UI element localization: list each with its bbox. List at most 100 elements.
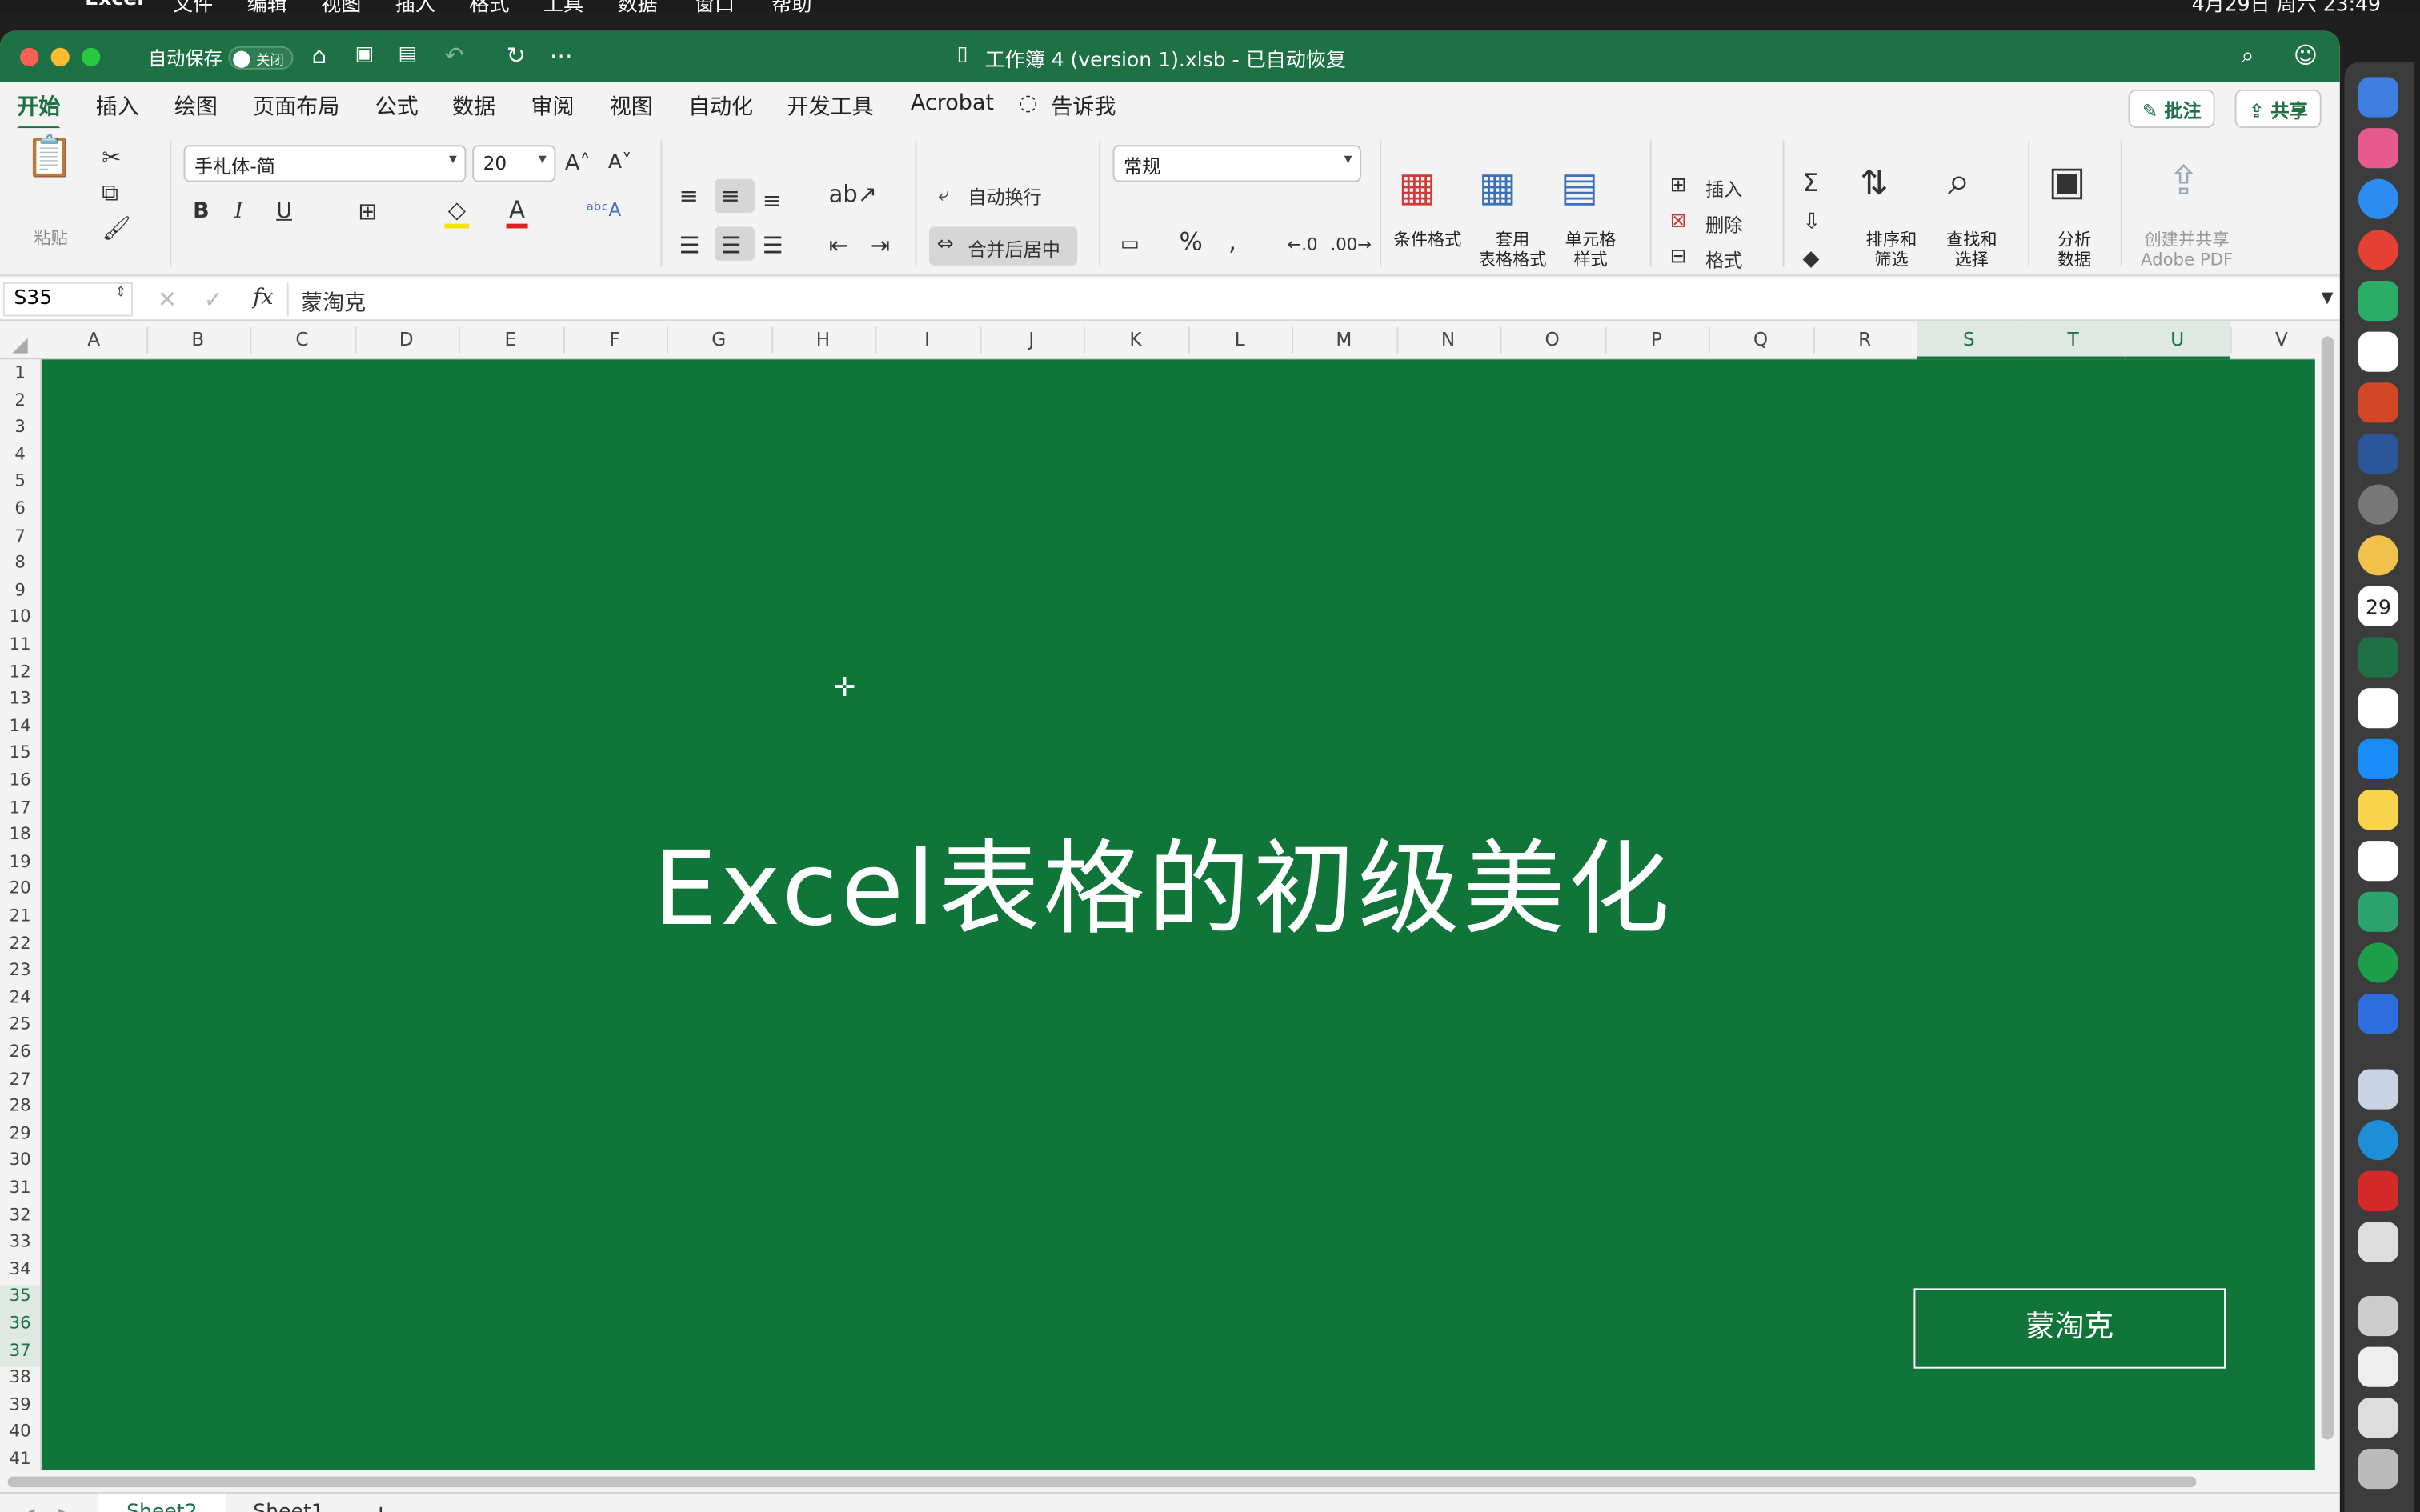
find-select-icon[interactable]: ⌕ <box>1948 162 1970 202</box>
ring-app-icon[interactable] <box>2358 942 2399 983</box>
row-header-17[interactable]: 17 <box>0 797 40 824</box>
col-header-q[interactable]: Q <box>1709 329 1813 350</box>
insert-cells-button[interactable]: 插入 <box>1705 176 1742 202</box>
col-header-d[interactable]: D <box>355 329 459 350</box>
align-right-icon[interactable]: ☰ <box>763 231 783 259</box>
row-header-30[interactable]: 30 <box>0 1150 40 1178</box>
clear-icon[interactable]: ◆ <box>1803 246 1820 274</box>
home-icon[interactable]: ⌂ <box>312 40 327 71</box>
row-header-10[interactable]: 10 <box>0 607 40 634</box>
format-as-table-icon[interactable]: ▦ <box>1479 168 1517 208</box>
qq-icon[interactable] <box>2358 331 2399 372</box>
tell-me[interactable]: 告诉我 <box>1051 91 1116 122</box>
row-header-18[interactable]: 18 <box>0 824 40 851</box>
row-header-31[interactable]: 31 <box>0 1178 40 1205</box>
save-as-icon[interactable]: ▤ <box>399 40 418 71</box>
menubar-clock[interactable]: 4月29日 周六 23:49 <box>2192 0 2381 12</box>
analyze-data-label[interactable]: 分析 数据 <box>2057 230 2091 270</box>
menu-tools[interactable]: 工具 <box>543 0 583 12</box>
format-as-table-label[interactable]: 套用 表格格式 <box>1479 230 1547 270</box>
col-header-b[interactable]: B <box>146 329 250 350</box>
row-header-36[interactable]: 36 <box>0 1313 41 1341</box>
row-header-2[interactable]: 2 <box>0 390 40 417</box>
row-header-27[interactable]: 27 <box>0 1069 40 1096</box>
increase-decimal-icon[interactable]: ←.0 <box>1287 231 1317 259</box>
row-header-15[interactable]: 15 <box>0 742 40 770</box>
decrease-decimal-icon[interactable]: .00→ <box>1330 231 1372 259</box>
menu-data[interactable]: 数据 <box>617 0 657 12</box>
cell-styles-icon[interactable]: ▤ <box>1561 168 1598 208</box>
cut-icon[interactable]: ✂ <box>102 143 121 171</box>
zoom-window-button[interactable] <box>82 47 101 66</box>
format-cells-icon[interactable]: ⊟ <box>1670 244 1687 272</box>
align-top-icon[interactable]: ≡ <box>679 182 699 210</box>
col-header-c[interactable]: C <box>250 329 354 350</box>
enter-icon[interactable]: ✓ <box>204 286 223 314</box>
bold-button[interactable]: B <box>193 198 210 226</box>
format-cells-button[interactable]: 格式 <box>1705 247 1742 274</box>
document-title[interactable]: 工作簿 4 (version 1).xlsb - 已自动恢复 <box>984 43 1346 73</box>
font-size-select[interactable]: 20 ▾ <box>472 145 556 182</box>
analyze-data-icon[interactable]: ▣ <box>2048 162 2085 202</box>
row-header-39[interactable]: 39 <box>0 1394 40 1422</box>
edge-icon[interactable] <box>2358 1120 2399 1161</box>
col-header-t[interactable]: T <box>2021 321 2126 360</box>
launchpad-icon[interactable] <box>2358 128 2399 169</box>
tab-review[interactable]: 审阅 <box>531 91 574 122</box>
col-header-s[interactable]: S <box>1917 321 2021 360</box>
paste-icon[interactable]: 📋 <box>25 138 74 178</box>
row-header-3[interactable]: 3 <box>0 417 40 444</box>
reminders-icon[interactable] <box>2358 688 2399 729</box>
chrome-icon[interactable] <box>2358 230 2399 270</box>
adobe-pdf-label[interactable]: 创建并共享 Adobe PDF <box>2141 230 2233 270</box>
formula-input[interactable]: 蒙淘克 <box>301 287 366 318</box>
wrap-text-icon[interactable]: ⤶ <box>939 181 949 209</box>
col-header-p[interactable]: P <box>1605 329 1709 350</box>
horizontal-scrollbar[interactable] <box>0 1470 2340 1492</box>
search-icon[interactable]: ⌕ <box>2241 40 2254 71</box>
col-header-a[interactable]: A <box>42 329 146 350</box>
font-color-icon[interactable]: A <box>506 196 528 229</box>
archive-icon[interactable] <box>2358 1222 2399 1262</box>
close-window-button[interactable] <box>20 47 39 66</box>
row-header-9[interactable]: 9 <box>0 580 40 607</box>
increase-indent-icon[interactable]: ⇥ <box>871 231 890 259</box>
preview-icon[interactable] <box>2358 1069 2399 1110</box>
fill-icon[interactable]: ⇩ <box>1803 208 1821 236</box>
col-header-m[interactable]: M <box>1292 329 1396 350</box>
find-select-label[interactable]: 查找和 选择 <box>1946 230 1997 270</box>
minimize-window-button[interactable] <box>50 47 70 66</box>
col-header-o[interactable]: O <box>1500 329 1605 350</box>
documents-stack-icon[interactable] <box>2358 1346 2399 1387</box>
sort-filter-label[interactable]: 排序和 筛选 <box>1866 230 1917 270</box>
menu-edit[interactable]: 编辑 <box>247 0 287 12</box>
sheet-tab-sheet2[interactable]: Sheet2 <box>98 1493 226 1512</box>
align-left-icon[interactable]: ☰ <box>679 231 700 259</box>
redo-icon[interactable]: ↻ <box>507 40 526 71</box>
next-sheet-icon[interactable]: ▶ <box>58 1504 71 1512</box>
sort-filter-icon[interactable]: ⇅ <box>1860 167 1889 201</box>
row-header-40[interactable]: 40 <box>0 1422 40 1449</box>
wechat-icon[interactable] <box>2358 281 2399 322</box>
adobe-pdf-icon[interactable]: ⇪ <box>2167 162 2201 202</box>
more-icon[interactable]: ⋯ <box>550 40 573 71</box>
screenshots-stack-icon[interactable] <box>2358 1398 2399 1438</box>
underline-button[interactable]: U <box>276 198 292 226</box>
menu-app[interactable]: Excel <box>85 0 144 11</box>
downloads-folder-icon[interactable] <box>2358 1296 2399 1337</box>
decrease-font-icon[interactable]: A˅ <box>608 150 632 178</box>
delete-cells-icon[interactable]: ⊠ <box>1670 208 1687 236</box>
trash-icon[interactable] <box>2358 1448 2399 1490</box>
row-header-41[interactable]: 41 <box>0 1449 40 1470</box>
orientation-icon[interactable]: ab↗ <box>829 181 877 209</box>
col-header-j[interactable]: J <box>980 329 1084 350</box>
tab-draw[interactable]: 绘图 <box>174 91 218 122</box>
wrap-text-button[interactable]: 自动换行 <box>968 184 1042 210</box>
insert-function-button[interactable]: fx <box>253 286 273 310</box>
notes-icon[interactable] <box>2358 790 2399 830</box>
row-header-8[interactable]: 8 <box>0 553 40 580</box>
tab-insert[interactable]: 插入 <box>96 91 139 122</box>
merge-center-button[interactable]: 合并后居中 <box>968 236 1060 262</box>
tab-developer[interactable]: 开发工具 <box>787 91 874 122</box>
tab-formulas[interactable]: 公式 <box>375 91 419 122</box>
